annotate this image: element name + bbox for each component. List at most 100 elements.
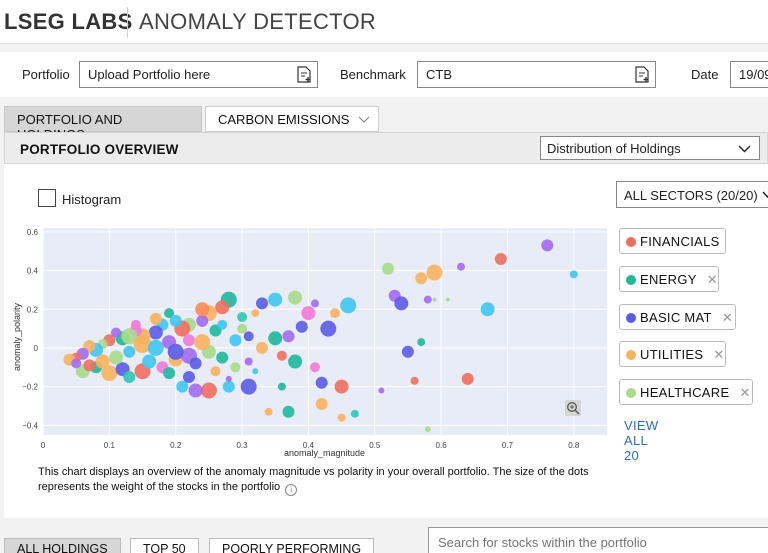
scatter-point[interactable] <box>188 383 203 398</box>
histogram-checkbox[interactable] <box>38 189 56 207</box>
scatter-point[interactable] <box>415 272 428 285</box>
scatter-point[interactable] <box>189 357 202 370</box>
scatter-point[interactable] <box>569 270 578 279</box>
scatter-point[interactable] <box>445 297 450 302</box>
scatter-point[interactable] <box>288 354 303 369</box>
scatter-point[interactable] <box>282 405 295 418</box>
tab-top-50[interactable]: TOP 50 <box>130 538 199 553</box>
scatter-point[interactable] <box>251 309 260 318</box>
scatter-point[interactable] <box>210 366 221 377</box>
scatter-point[interactable] <box>295 320 308 333</box>
scatter-point[interactable] <box>301 306 316 321</box>
scatter-point[interactable] <box>417 338 426 347</box>
scatter-point[interactable] <box>394 296 409 311</box>
scatter-point[interactable] <box>401 345 414 358</box>
scatter-point[interactable] <box>195 302 210 317</box>
scatter-point[interactable] <box>169 314 182 327</box>
scatter-point[interactable] <box>95 354 110 369</box>
scatter-point[interactable] <box>183 371 195 383</box>
file-upload-icon[interactable] <box>634 66 650 83</box>
scatter-point[interactable] <box>71 358 82 369</box>
legend-chip-utilities[interactable]: UTILITIES ✕ <box>619 341 726 367</box>
scatter-point[interactable] <box>237 312 248 322</box>
scatter-point[interactable] <box>147 339 164 356</box>
scatter-point[interactable] <box>240 378 257 395</box>
scatter-point[interactable] <box>83 359 96 372</box>
scatter-point[interactable] <box>315 398 328 410</box>
scatter-point[interactable] <box>410 376 419 385</box>
legend-chip-energy[interactable]: ENERGY ✕ <box>619 266 719 292</box>
scatter-point[interactable] <box>311 299 319 308</box>
scatter-point[interactable] <box>310 362 320 373</box>
close-icon[interactable]: ✕ <box>739 385 750 400</box>
scatter-point[interactable] <box>215 300 230 315</box>
scatter-point[interactable] <box>268 292 283 307</box>
scatter-point[interactable] <box>268 331 283 346</box>
zoom-icon[interactable] <box>565 400 581 416</box>
scatter-point[interactable] <box>244 357 253 366</box>
scatter-point[interactable] <box>480 302 495 317</box>
scatter-point[interactable] <box>330 308 340 319</box>
scatter-point[interactable] <box>457 262 465 271</box>
close-icon[interactable]: ✕ <box>707 272 718 287</box>
stock-search-input[interactable] <box>428 527 768 553</box>
scatter-point[interactable] <box>350 409 359 418</box>
scatter-point[interactable] <box>277 382 286 391</box>
scatter-point[interactable] <box>264 407 273 416</box>
scatter-point[interactable] <box>230 362 241 373</box>
scatter-point[interactable] <box>130 319 141 330</box>
scatter-point[interactable] <box>123 345 136 358</box>
benchmark-input[interactable]: CTB <box>417 61 656 88</box>
scatter-point[interactable] <box>142 354 157 369</box>
scatter-point[interactable] <box>256 341 268 354</box>
scatter-point[interactable] <box>225 375 232 382</box>
scatter-point[interactable] <box>340 297 357 314</box>
scatter-point[interactable] <box>256 297 268 310</box>
legend-chip-healthcare[interactable]: HEALTHCARE ✕ <box>619 379 753 405</box>
scatter-point[interactable] <box>461 372 474 385</box>
tab-portfolio-and-holdings[interactable]: PORTFOLIO AND HOLDINGS <box>4 106 202 142</box>
scatter-point[interactable] <box>423 295 432 304</box>
info-icon[interactable]: i <box>285 484 298 496</box>
tab-poorly-performing[interactable]: POORLY PERFORMING <box>209 538 375 553</box>
scatter-point[interactable] <box>276 350 287 361</box>
scatter-point[interactable] <box>282 330 295 343</box>
scatter-point[interactable] <box>200 382 217 399</box>
scatter-point[interactable] <box>109 350 123 365</box>
date-input[interactable]: 19/09 <box>730 61 768 88</box>
close-icon[interactable]: ✕ <box>722 310 733 325</box>
scatter-point[interactable] <box>217 319 228 330</box>
scatter-point[interactable] <box>183 334 195 347</box>
portfolio-upload-input[interactable]: Upload Portfolio here <box>79 61 318 88</box>
scatter-point[interactable] <box>167 343 184 360</box>
scatter-point[interactable] <box>243 331 254 342</box>
scatter-point[interactable] <box>149 312 162 325</box>
scatter-point[interactable] <box>320 320 337 337</box>
scatter-point[interactable] <box>194 334 211 351</box>
tab-carbon-emissions[interactable]: CARBON EMISSIONS <box>205 106 379 132</box>
scatter-point[interactable] <box>237 323 248 334</box>
legend-chip-financials[interactable]: FINANCIALS <box>619 228 726 254</box>
sector-filter-select[interactable]: ALL SECTORS (20/20) <box>616 181 768 208</box>
scatter-point[interactable] <box>494 253 507 265</box>
tab-all-holdings[interactable]: ALL HOLDINGS <box>4 538 121 553</box>
scatter-point[interactable] <box>337 413 346 422</box>
scatter-point[interactable] <box>288 290 303 305</box>
view-all-sectors-link[interactable]: VIEW ALL 20 <box>624 418 658 463</box>
scatter-point[interactable] <box>252 368 259 375</box>
scatter-point[interactable] <box>424 426 431 433</box>
close-icon[interactable]: ✕ <box>713 347 724 362</box>
scatter-point[interactable] <box>222 380 235 393</box>
scatter-point[interactable] <box>196 314 209 327</box>
scatter-point[interactable] <box>426 264 443 281</box>
scatter-point[interactable] <box>229 334 242 347</box>
scatter-point[interactable] <box>334 379 349 394</box>
legend-chip-basic-mat[interactable]: BASIC MAT ✕ <box>619 304 736 330</box>
scatter-point[interactable] <box>216 351 229 364</box>
scatter-point[interactable] <box>432 297 437 302</box>
scatter-point[interactable] <box>378 387 385 394</box>
scatter-point[interactable] <box>315 376 328 389</box>
distribution-select[interactable]: Distribution of Holdings <box>540 136 760 160</box>
scatter-point[interactable] <box>382 262 394 275</box>
scatter-point[interactable] <box>163 367 176 380</box>
